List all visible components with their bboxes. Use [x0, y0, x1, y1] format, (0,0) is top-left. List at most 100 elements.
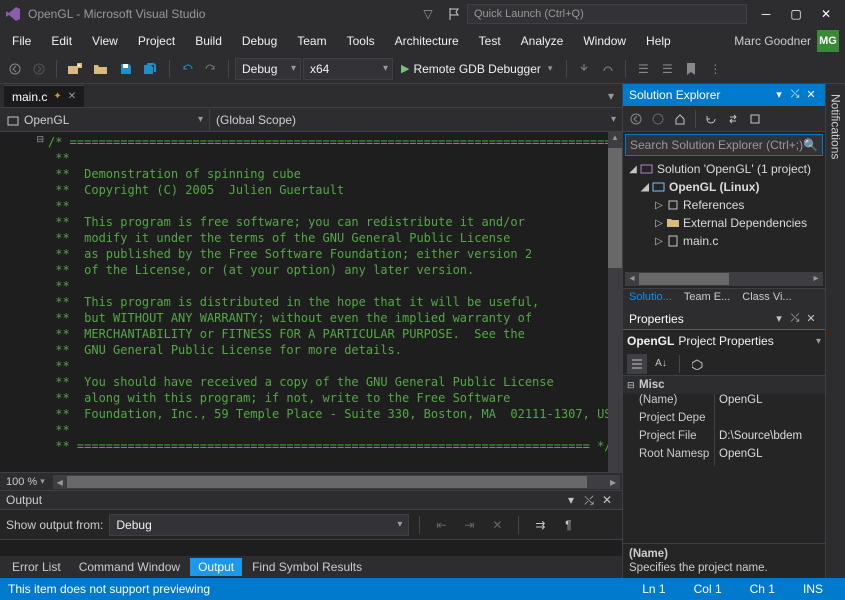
output-goto-next[interactable]: ✕: [486, 514, 508, 536]
vertical-scroll-thumb[interactable]: [608, 148, 622, 268]
save-all-button[interactable]: [139, 58, 163, 80]
split-icon[interactable]: ▴: [608, 132, 622, 144]
maximize-button[interactable]: ▢: [781, 3, 811, 25]
output-close-icon[interactable]: ✕: [598, 493, 616, 507]
new-project-button[interactable]: [63, 58, 87, 80]
step-over-button[interactable]: [597, 58, 619, 80]
code-editor[interactable]: ⊟ /* ===================================…: [0, 132, 622, 472]
status-ins[interactable]: INS: [789, 582, 837, 596]
properties-object-select[interactable]: OpenGL Project Properties ▾: [623, 330, 825, 352]
solution-tree[interactable]: ◢ Solution 'OpenGL' (1 project) ◢ OpenGL…: [623, 158, 825, 252]
alphabetical-view-button[interactable]: A↓: [651, 354, 671, 374]
editor-gutter[interactable]: ⊟: [0, 132, 46, 472]
panel-pin-icon[interactable]: ⤯: [787, 88, 803, 101]
output-source-select[interactable]: Debug: [109, 514, 409, 536]
close-button[interactable]: ✕: [811, 3, 841, 25]
tree-solution-node[interactable]: ◢ Solution 'OpenGL' (1 project): [623, 160, 825, 178]
menu-file[interactable]: File: [2, 31, 41, 51]
prop-row-file[interactable]: Project FileD:\Source\bdem: [623, 430, 825, 448]
se-sync-button[interactable]: [722, 108, 744, 130]
notifications-tab[interactable]: Notifications: [827, 88, 845, 165]
pin-icon[interactable]: ✦: [53, 91, 61, 102]
document-tab-main-c[interactable]: main.c ✦ ✕: [4, 85, 84, 107]
horizontal-scroll-thumb[interactable]: [67, 476, 587, 488]
panel-close-icon[interactable]: ✕: [803, 312, 819, 325]
nav-forward-button[interactable]: [28, 58, 50, 80]
se-back-button[interactable]: [625, 108, 647, 130]
solution-hscroll[interactable]: ◂ ▸: [625, 272, 823, 286]
tab-find-symbol[interactable]: Find Symbol Results: [244, 558, 370, 576]
menu-edit[interactable]: Edit: [41, 31, 82, 51]
scope-context-select[interactable]: (Global Scope): [210, 109, 622, 131]
uncomment-button[interactable]: ☰: [656, 58, 678, 80]
status-col[interactable]: Col 1: [680, 582, 736, 596]
properties-grid[interactable]: ⊟Misc (Name)OpenGL Project Depe Project …: [623, 376, 825, 466]
quick-launch-input[interactable]: Quick Launch (Ctrl+Q): [467, 4, 747, 24]
status-line[interactable]: Ln 1: [628, 582, 679, 596]
tab-output[interactable]: Output: [190, 558, 242, 576]
project-context-select[interactable]: OpenGL: [0, 109, 210, 131]
output-find-button[interactable]: ⇤: [430, 514, 452, 536]
panel-tab-solution[interactable]: Solutio...: [623, 289, 678, 308]
output-pin-icon[interactable]: ⤯: [580, 493, 598, 508]
prop-row-name[interactable]: (Name)OpenGL: [623, 394, 825, 412]
code-content[interactable]: /* =====================================…: [46, 132, 608, 472]
tree-file-main-c[interactable]: ▷ main.c: [623, 232, 825, 250]
panel-tab-classview[interactable]: Class Vi...: [736, 289, 797, 308]
menu-project[interactable]: Project: [128, 31, 185, 51]
scroll-right-arrow[interactable]: ▸: [606, 475, 620, 489]
solution-search-input[interactable]: Search Solution Explorer (Ctrl+;) 🔍: [625, 134, 823, 156]
output-content[interactable]: [0, 540, 622, 556]
panel-dropdown-icon[interactable]: ▾: [771, 88, 787, 101]
output-dropdown-icon[interactable]: ▾: [562, 493, 580, 507]
menu-window[interactable]: Window: [573, 31, 636, 51]
prop-row-deps[interactable]: Project Depe: [623, 412, 825, 430]
panel-dropdown-icon[interactable]: ▾: [771, 312, 787, 325]
scroll-left-arrow[interactable]: ◂: [625, 272, 639, 286]
tab-error-list[interactable]: Error List: [4, 558, 69, 576]
status-ch[interactable]: Ch 1: [736, 582, 789, 596]
properties-category-misc[interactable]: ⊟Misc: [623, 376, 825, 394]
menu-team[interactable]: Team: [287, 31, 336, 51]
panel-pin-icon[interactable]: ⤯: [787, 312, 803, 325]
menu-build[interactable]: Build: [185, 31, 232, 51]
comment-button[interactable]: ☰: [632, 58, 654, 80]
tab-command-window[interactable]: Command Window: [71, 558, 188, 576]
save-button[interactable]: [115, 58, 137, 80]
menu-debug[interactable]: Debug: [232, 31, 287, 51]
property-pages-button[interactable]: [688, 354, 708, 374]
menu-help[interactable]: Help: [636, 31, 681, 51]
menu-view[interactable]: View: [82, 31, 128, 51]
minimize-button[interactable]: ─: [751, 3, 781, 25]
prop-row-rootns[interactable]: Root NamespOpenGL: [623, 448, 825, 466]
active-files-dropdown[interactable]: ▾: [600, 85, 622, 107]
redo-button[interactable]: [200, 58, 222, 80]
fold-toggle[interactable]: ⊟: [0, 134, 46, 148]
se-refresh-button[interactable]: [700, 108, 722, 130]
horizontal-scrollbar[interactable]: ◂ ▸: [53, 475, 620, 489]
se-showall-button[interactable]: [744, 108, 766, 130]
solution-config-select[interactable]: Debug: [235, 58, 301, 80]
start-debug-button[interactable]: ▶ Remote GDB Debugger ▾: [395, 58, 560, 80]
se-forward-button[interactable]: [647, 108, 669, 130]
vertical-scrollbar[interactable]: ▴: [608, 132, 622, 472]
output-clear-button[interactable]: ⇉: [529, 514, 551, 536]
zoom-select[interactable]: 100 %▾: [0, 476, 51, 488]
bookmark-button[interactable]: [680, 58, 702, 80]
nav-back-button[interactable]: [4, 58, 26, 80]
output-goto-prev[interactable]: ⇥: [458, 514, 480, 536]
notifications-flag-icon[interactable]: [443, 3, 465, 25]
open-file-button[interactable]: [89, 58, 113, 80]
close-tab-icon[interactable]: ✕: [68, 91, 76, 102]
menu-analyze[interactable]: Analyze: [511, 31, 574, 51]
undo-button[interactable]: [176, 58, 198, 80]
scroll-thumb[interactable]: [639, 273, 729, 285]
menu-tools[interactable]: Tools: [337, 31, 385, 51]
feedback-icon[interactable]: ▽: [417, 3, 439, 25]
menu-architecture[interactable]: Architecture: [385, 31, 469, 51]
panel-tab-team[interactable]: Team E...: [678, 289, 736, 308]
output-wrap-button[interactable]: ¶: [557, 514, 579, 536]
tree-references-node[interactable]: ▷ References: [623, 196, 825, 214]
toolbar-overflow[interactable]: ⋮: [704, 58, 726, 80]
scroll-left-arrow[interactable]: ◂: [53, 475, 67, 489]
